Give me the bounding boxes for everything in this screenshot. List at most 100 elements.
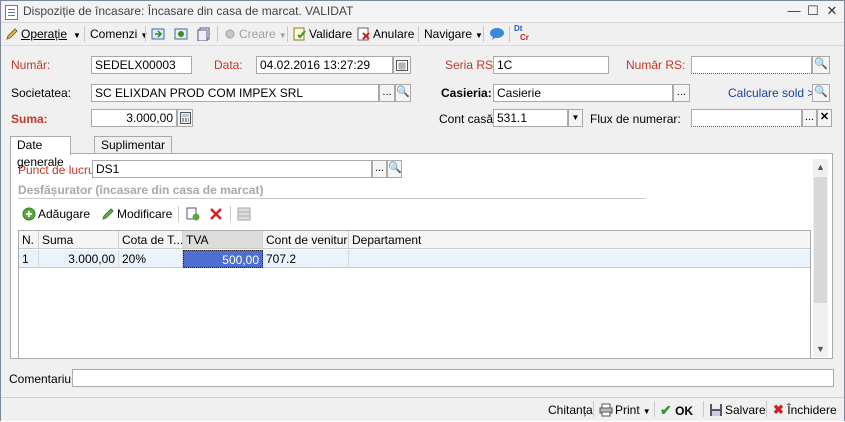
search-icon: 🔍	[388, 162, 402, 174]
seria-rs-field[interactable]: 1C	[493, 56, 609, 74]
print-menu[interactable]: Print ▼	[599, 401, 651, 419]
printer-icon	[599, 403, 613, 417]
cell-cota[interactable]: 20%	[119, 250, 183, 268]
calculator-button[interactable]	[177, 109, 193, 127]
tab-suplimentar[interactable]: Suplimentar	[94, 136, 173, 154]
column-header-suma[interactable]: Suma	[39, 231, 119, 249]
export-button[interactable]	[237, 205, 253, 223]
anulare-label: Anulare	[373, 27, 415, 41]
column-header-departament[interactable]: Departament	[349, 231, 810, 249]
operatie-menu[interactable]: Operație ▼	[5, 25, 81, 43]
calculare-sold-link[interactable]: Calculare sold >>	[728, 86, 821, 100]
column-header-tva[interactable]: TVA	[183, 231, 263, 249]
creare-menu[interactable]: Creare ▼	[223, 25, 287, 43]
casieria-field[interactable]: Casierie	[493, 84, 673, 102]
toolbar-separator	[230, 206, 231, 222]
validate-icon	[293, 27, 307, 41]
toolbar-separator	[703, 401, 704, 417]
import-button[interactable]	[151, 25, 167, 43]
societatea-label: Societatea:	[11, 86, 72, 100]
cell-suma[interactable]: 3.000,00	[39, 250, 119, 268]
numar-rs-field[interactable]	[691, 56, 812, 74]
comments-button[interactable]	[489, 25, 505, 43]
close-icon[interactable]: ✕	[823, 3, 841, 19]
flux-ellipsis-button[interactable]: ...	[802, 109, 817, 127]
flux-clear-button[interactable]: ✕	[817, 109, 832, 127]
toolbar-separator	[84, 26, 85, 42]
cell-departament[interactable]	[349, 250, 810, 268]
flux-numerar-label: Flux de numerar:	[590, 112, 681, 126]
numar-rs-search-button[interactable]: 🔍	[812, 56, 830, 74]
search-icon: 🔍	[814, 58, 828, 70]
cell-n[interactable]: 1	[19, 250, 39, 268]
dropdown-arrow-icon: ▼	[642, 407, 651, 416]
cell-tva[interactable]: 500,00	[183, 250, 263, 268]
calendar-button[interactable]	[393, 56, 411, 74]
toolbar-separator	[654, 401, 655, 417]
minimize-icon[interactable]: —	[785, 3, 803, 19]
copy-row-button[interactable]	[186, 205, 202, 223]
column-header-n[interactable]: N.	[19, 231, 39, 249]
chitanta-button[interactable]: Chitanța	[548, 401, 593, 419]
section-title: Desfășurator (încasare din casa de marca…	[18, 183, 264, 197]
ok-button[interactable]: ✔ OK	[660, 401, 693, 419]
societatea-search-button[interactable]: 🔍	[395, 84, 411, 102]
search-icon: 🔍	[396, 86, 410, 98]
copy-button[interactable]	[197, 25, 213, 43]
punct-search-button[interactable]: 🔍	[387, 160, 402, 178]
toolbar-separator	[766, 401, 767, 417]
toolbar-separator	[217, 26, 218, 42]
delete-row-button[interactable]	[209, 205, 225, 223]
flux-numerar-field[interactable]	[691, 109, 802, 127]
modificare-button[interactable]: Modificare	[101, 205, 172, 223]
comenzi-menu[interactable]: Comenzi▼	[90, 25, 148, 43]
tab-date-generale[interactable]: Date generale	[10, 136, 71, 169]
toolbar-separator	[593, 401, 594, 417]
comentariu-field[interactable]	[72, 369, 834, 387]
societatea-ellipsis-button[interactable]: ...	[379, 84, 395, 102]
suma-field[interactable]: 3.000,00	[91, 109, 177, 127]
status-bar: Chitanța Print ▼ ✔ OK Salvare ✖ Închidere	[1, 397, 844, 421]
salvare-button[interactable]: Salvare	[709, 401, 766, 419]
cont-casa-dropdown-button[interactable]: ▼	[568, 109, 583, 127]
close-icon: ✕	[819, 111, 830, 123]
adaugare-button[interactable]: Adăugare	[22, 205, 90, 223]
cont-casa-field[interactable]: 531.1	[493, 109, 568, 127]
document-icon	[5, 5, 18, 20]
close-icon: ✖	[773, 402, 784, 417]
cell-cont-venituri[interactable]: 707.2	[263, 250, 349, 268]
form-icon	[174, 27, 188, 41]
creare-label: Creare	[239, 27, 276, 41]
casieria-label: Casieria:	[441, 86, 492, 100]
seria-rs-label: Seria RS:	[445, 58, 497, 72]
column-header-cont-venituri[interactable]: Cont de venituri	[263, 231, 349, 249]
scroll-thumb[interactable]	[814, 177, 827, 303]
casieria-ellipsis-button[interactable]: ...	[673, 84, 690, 102]
panel-scrollbar[interactable]: ▲ ▼	[813, 159, 828, 357]
chevron-down-icon: ▼	[571, 113, 580, 122]
restore-icon[interactable]: ☐	[804, 3, 822, 19]
dropdown-arrow-icon: ▼	[73, 31, 81, 40]
inchidere-button[interactable]: ✖ Închidere	[773, 401, 837, 419]
chat-bubble-icon	[489, 27, 504, 41]
operatie-label: Operație	[21, 27, 68, 41]
numar-field[interactable]: SEDELX00003	[91, 56, 192, 74]
scroll-up-icon[interactable]: ▲	[813, 159, 828, 175]
anulare-button[interactable]: Anulare	[357, 25, 414, 43]
save-form-button[interactable]	[174, 25, 190, 43]
navigare-menu[interactable]: Navigare ▼	[424, 25, 483, 43]
scroll-down-icon[interactable]: ▼	[813, 341, 828, 357]
data-field[interactable]: 04.02.2016 13:27:29	[256, 56, 393, 74]
calculare-search-button[interactable]: 🔍	[812, 84, 830, 102]
debit-credit-button[interactable]: Dt Cr	[514, 24, 529, 42]
validare-button[interactable]: Validare	[293, 25, 352, 43]
search-icon: 🔍	[814, 86, 828, 98]
punct-lucru-field[interactable]: DS1	[92, 160, 372, 178]
dropdown-arrow-icon: ▼	[278, 31, 287, 40]
desfasurator-grid: N. Suma Cota de T... TVA Cont de venitur…	[18, 230, 811, 359]
punct-ellipsis-button[interactable]: ...	[372, 160, 387, 178]
add-icon	[22, 207, 36, 221]
toolbar-separator	[287, 26, 288, 42]
column-header-cota[interactable]: Cota de T...	[119, 231, 183, 249]
societatea-field[interactable]: SC ELIXDAN PROD COM IMPEX SRL	[91, 84, 379, 102]
